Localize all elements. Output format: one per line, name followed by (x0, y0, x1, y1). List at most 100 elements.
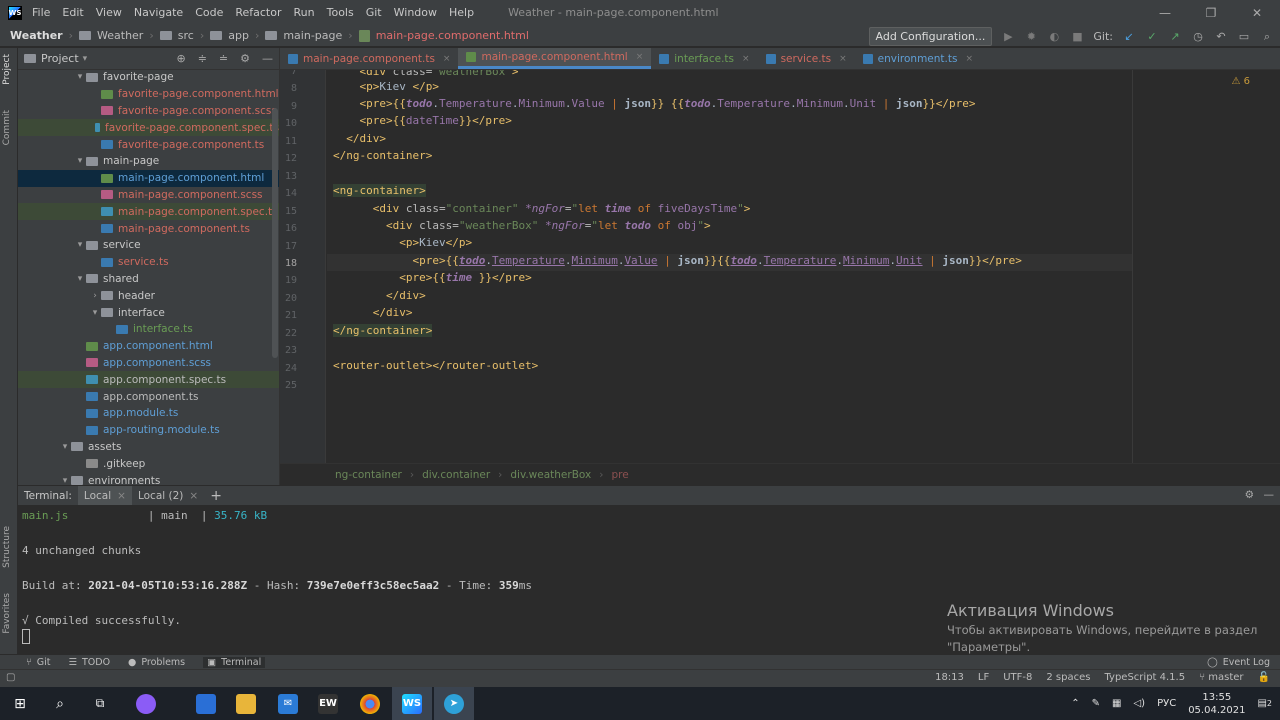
network-icon[interactable]: ▦ (1112, 698, 1121, 709)
expand-arrow-icon[interactable]: ▾ (59, 476, 71, 485)
tree-file[interactable]: app.component.scss (18, 355, 279, 372)
git-tool-button[interactable]: ⑂ Git (26, 657, 50, 668)
indent-setting[interactable]: 2 spaces (1046, 672, 1090, 683)
close-icon[interactable]: × (189, 490, 198, 502)
crumb-pre[interactable]: pre (611, 469, 628, 481)
project-dropdown-icon[interactable]: ▾ (83, 54, 88, 64)
close-tab-icon[interactable]: × (443, 54, 451, 64)
tree-folder[interactable]: ▾ shared (18, 271, 279, 288)
crumb-active-file[interactable]: main-page.component.html (376, 29, 529, 42)
windows-start-icon[interactable]: ⊞ (0, 687, 40, 720)
file-explorer-icon[interactable] (226, 687, 266, 720)
tree-file[interactable]: favorite-page.component.spec.ts (18, 119, 279, 137)
menu-item-tools[interactable]: Tools (327, 6, 354, 19)
crumb-src[interactable]: src (178, 29, 194, 42)
crumb-ng-container[interactable]: ng-container (335, 469, 402, 481)
run-icon[interactable]: ▶ (1001, 30, 1015, 44)
project-structure-icon[interactable]: ▭ (1237, 30, 1251, 44)
menu-item-code[interactable]: Code (195, 6, 223, 19)
tree-file[interactable]: favorite-page.component.scss (18, 103, 279, 120)
crumb-app[interactable]: app (228, 29, 249, 42)
line-separator[interactable]: LF (978, 672, 989, 683)
tree-file[interactable]: interface.ts (18, 321, 279, 338)
history-icon[interactable]: ◷ (1191, 30, 1205, 44)
rollback-icon[interactable]: ↶ (1214, 30, 1228, 44)
locate-icon[interactable]: ⊕ (176, 52, 185, 65)
file-encoding[interactable]: UTF-8 (1003, 672, 1032, 683)
menu-item-help[interactable]: Help (449, 6, 474, 19)
tree-folder[interactable]: ▾ favorite-page (18, 69, 279, 86)
tree-file[interactable]: favorite-page.component.html (18, 86, 279, 103)
panel-toggle-icon[interactable]: ▢ (6, 672, 15, 683)
language-indicator[interactable]: РУС (1157, 698, 1176, 709)
close-button[interactable]: ✕ (1234, 0, 1280, 25)
crumb-div-weatherbox[interactable]: div.weatherBox (510, 469, 591, 481)
mail-icon[interactable]: ✉ (268, 687, 308, 720)
expand-arrow-icon[interactable]: ▾ (74, 72, 86, 82)
menu-item-git[interactable]: Git (366, 6, 382, 19)
expand-arrow-icon[interactable]: ▾ (74, 240, 86, 250)
tree-file[interactable]: app-routing.module.ts (18, 422, 279, 439)
tree-folder[interactable]: ▾ main-page (18, 153, 279, 170)
expand-all-icon[interactable]: ≑ (198, 52, 207, 65)
tree-file[interactable]: app.module.ts (18, 405, 279, 422)
expand-arrow-icon[interactable]: ▾ (74, 156, 86, 166)
add-configuration-button[interactable]: Add Configuration... (868, 27, 993, 46)
close-icon[interactable]: × (117, 490, 126, 502)
menu-item-window[interactable]: Window (394, 6, 437, 19)
webstorm-taskbar-icon[interactable]: WS (392, 687, 432, 720)
project-scrollbar[interactable] (272, 108, 278, 358)
editor-tab[interactable]: main-page.component.ts × (280, 48, 458, 69)
typescript-version[interactable]: TypeScript 4.1.5 (1104, 672, 1185, 683)
hide-icon[interactable]: — (262, 52, 273, 65)
structure-tool-button[interactable]: Structure (2, 526, 12, 568)
close-tab-icon[interactable]: × (839, 54, 847, 64)
tree-file[interactable]: app.component.ts (18, 388, 279, 405)
crumb-main-page[interactable]: main-page (283, 29, 342, 42)
editor-tab[interactable]: environment.ts × (855, 48, 981, 69)
terminal-tab-local-2[interactable]: Local (2) × (132, 486, 204, 506)
expand-arrow-icon[interactable]: › (89, 291, 101, 301)
tree-file[interactable]: service.ts (18, 254, 279, 271)
collapse-all-icon[interactable]: ≐ (219, 52, 228, 65)
tree-folder[interactable]: ▾ environments (18, 472, 279, 485)
lock-icon[interactable]: 🔓 (1258, 672, 1270, 683)
git-branch[interactable]: ⑂ master (1199, 672, 1243, 683)
menu-item-edit[interactable]: Edit (62, 6, 83, 19)
git-push-icon[interactable]: ↗ (1168, 30, 1182, 44)
expand-arrow-icon[interactable]: ▾ (89, 308, 101, 318)
search-icon[interactable]: ⌕ (1260, 30, 1274, 44)
pen-icon[interactable]: ✎ (1092, 698, 1100, 709)
gear-icon[interactable]: ⚙ (240, 52, 250, 65)
terminal-tool-button[interactable]: ▣ Terminal (203, 656, 266, 668)
git-commit-icon[interactable]: ✓ (1145, 30, 1159, 44)
tree-file[interactable]: main-page.component.html (18, 169, 279, 187)
volume-icon[interactable]: ◁) (1133, 698, 1145, 709)
menu-item-run[interactable]: Run (294, 6, 315, 19)
editor-tab[interactable]: main-page.component.html × (458, 48, 652, 69)
tree-file[interactable]: main-page.component.scss (18, 187, 279, 204)
tree-folder[interactable]: ▾ service (18, 237, 279, 254)
close-tab-icon[interactable]: × (636, 52, 644, 62)
clock[interactable]: 13:55 05.04.2021 (1188, 691, 1245, 717)
tree-file[interactable]: .gitkeep (18, 455, 279, 472)
warnings-indicator[interactable]: ⚠ 6 (1231, 76, 1250, 87)
editor-tab[interactable]: service.ts × (758, 48, 855, 69)
terminal-settings-icon[interactable]: ⚙ (1245, 489, 1254, 501)
maximize-button[interactable]: ❐ (1188, 0, 1234, 25)
new-terminal-button[interactable]: + (204, 486, 228, 506)
git-update-icon[interactable]: ↙ (1122, 30, 1136, 44)
close-tab-icon[interactable]: × (742, 54, 750, 64)
tree-folder[interactable]: › header (18, 287, 279, 304)
menu-item-navigate[interactable]: Navigate (134, 6, 183, 19)
tree-folder[interactable]: ▾ assets (18, 439, 279, 456)
search-icon[interactable]: ⌕ (40, 687, 80, 720)
chrome-icon[interactable] (350, 687, 390, 720)
crumb-project[interactable]: Weather (10, 29, 63, 42)
tree-file[interactable]: app.component.html (18, 338, 279, 355)
telegram-icon[interactable]: ➤ (434, 687, 474, 720)
alice-assistant-icon[interactable] (126, 687, 166, 720)
menu-item-view[interactable]: View (96, 6, 122, 19)
crumb-weather[interactable]: Weather (97, 29, 143, 42)
ew-app-icon[interactable]: EW (308, 687, 348, 720)
